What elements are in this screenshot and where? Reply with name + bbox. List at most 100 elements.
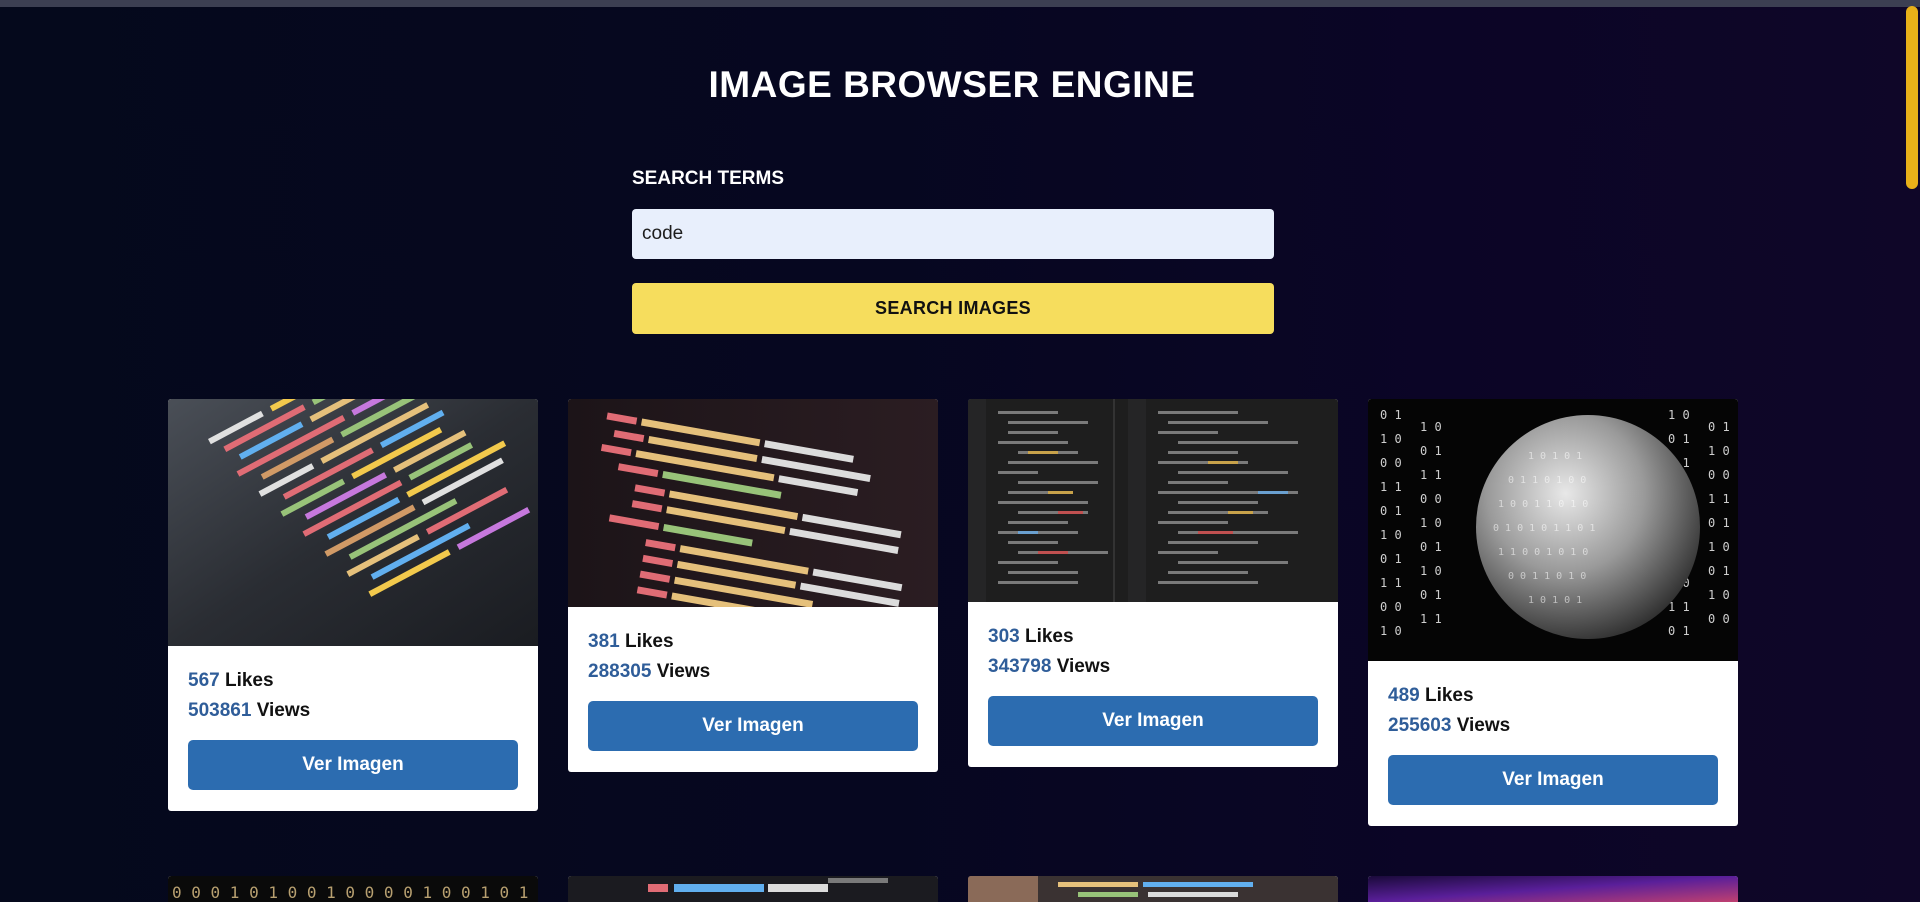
card-body: 489 Likes 255603 Views Ver Imagen (1368, 661, 1738, 826)
svg-text:0 0: 0 0 (1708, 612, 1730, 626)
svg-text:0 1: 0 1 (1420, 588, 1442, 602)
svg-text:0 1: 0 1 (1708, 420, 1730, 434)
views-stat: 255603 Views (1388, 715, 1510, 737)
likes-stat: 303 Likes (988, 626, 1074, 648)
svg-text:0 1: 0 1 (1420, 540, 1442, 554)
views-count: 343798 (988, 656, 1052, 677)
likes-label: Likes (224, 670, 274, 691)
svg-text:0 0: 0 0 (1708, 468, 1730, 482)
svg-text:1 0 1 0 1: 1 0 1 0 1 (1528, 451, 1582, 462)
search-terms-label: SEARCH TERMS (632, 168, 785, 189)
image-card (1368, 876, 1738, 902)
svg-text:1 0: 1 0 (1380, 624, 1402, 638)
scrollbar-thumb[interactable] (1906, 6, 1918, 189)
svg-text:1 0: 1 0 (1708, 540, 1730, 554)
svg-text:1 1: 1 1 (1380, 480, 1402, 494)
svg-text:0 1: 0 1 (1380, 504, 1402, 518)
image-card: 0 0 0 1 0 1 0 0 1 0 0 0 0 1 0 0 1 0 1 0 (168, 876, 538, 902)
html-code-image (568, 399, 938, 607)
browser-top-strip (0, 0, 1920, 7)
code-screenshot-image (168, 399, 538, 646)
svg-text:1 0: 1 0 (1708, 444, 1730, 458)
svg-text:1 0: 1 0 (1420, 420, 1442, 434)
svg-text:0 0: 0 0 (1380, 456, 1402, 470)
laptop-code-image (968, 876, 1338, 902)
likes-count: 381 (588, 631, 620, 652)
views-label: Views (656, 661, 711, 682)
likes-count: 489 (1388, 685, 1420, 706)
svg-text:0 1 0 1 0 1 1 0 1: 0 1 0 1 0 1 1 0 1 (1493, 523, 1595, 534)
search-input[interactable] (632, 209, 1274, 259)
views-count: 288305 (588, 661, 652, 682)
image-card (568, 876, 938, 902)
svg-text:1 0 1 0 1: 1 0 1 0 1 (1528, 595, 1582, 606)
views-stat: 343798 Views (988, 656, 1110, 678)
likes-stat: 567 Likes (188, 670, 274, 692)
svg-text:1 0: 1 0 (1668, 408, 1690, 422)
svg-text:1 1: 1 1 (1708, 492, 1730, 506)
svg-text:1 1: 1 1 (1668, 600, 1690, 614)
svg-text:1 0: 1 0 (1380, 528, 1402, 542)
editor-code-image (968, 399, 1338, 602)
svg-text:0 1: 0 1 (1420, 444, 1442, 458)
svg-text:1 1 0 0 1 0 1 0: 1 1 0 0 1 0 1 0 (1498, 547, 1588, 558)
binary-sphere-image: 0 1 1 0 0 0 1 1 0 1 1 0 0 1 1 1 0 0 1 0 1 0 0 1… (1368, 399, 1738, 661)
views-label: Views (1056, 656, 1111, 677)
svg-text:1 0: 1 0 (1420, 564, 1442, 578)
likes-stat: 489 Likes (1388, 685, 1474, 707)
page-scrollbar[interactable] (1904, 0, 1920, 902)
svg-text:1 0: 1 0 (1420, 516, 1442, 530)
card-image[interactable] (168, 399, 538, 646)
card-body: 567 Likes 503861 Views Ver Imagen (168, 646, 538, 811)
image-card: 381 Likes 288305 Views Ver Imagen (568, 399, 938, 772)
svg-text:0 1: 0 1 (1708, 564, 1730, 578)
svg-text:0 0 1 1 0 1 0: 0 0 1 1 0 1 0 (1508, 571, 1586, 582)
page-title: IMAGE BROWSER ENGINE (708, 64, 1196, 105)
svg-text:0 1: 0 1 (1380, 408, 1402, 422)
javascript-code-image (568, 876, 938, 902)
card-image[interactable] (568, 399, 938, 607)
views-label: Views (256, 700, 311, 721)
image-card: 567 Likes 503861 Views Ver Imagen (168, 399, 538, 811)
views-stat: 503861 Views (188, 700, 310, 722)
views-count: 503861 (188, 700, 252, 721)
svg-text:1 0: 1 0 (1380, 432, 1402, 446)
svg-text:0 1: 0 1 (1668, 432, 1690, 446)
search-images-button[interactable]: SEARCH IMAGES (632, 283, 1274, 334)
likes-label: Likes (624, 631, 674, 652)
svg-text:0 0: 0 0 (1420, 492, 1442, 506)
card-body: 303 Likes 343798 Views Ver Imagen (968, 602, 1338, 767)
svg-text:0 1 1 0 1 0 0: 0 1 1 0 1 0 0 (1508, 475, 1586, 486)
likes-label: Likes (1024, 626, 1074, 647)
likes-label: Likes (1424, 685, 1474, 706)
binary-digits-image: 0 0 0 1 0 1 0 0 1 0 0 0 0 1 0 0 1 0 1 0 (168, 876, 538, 902)
svg-text:0 1: 0 1 (1380, 552, 1402, 566)
image-card (968, 876, 1338, 902)
card-image[interactable]: 0 1 1 0 0 0 1 1 0 1 1 0 0 1 1 1 0 0 1 0 1 0 0 1… (1368, 399, 1738, 661)
ver-imagen-button[interactable]: Ver Imagen (988, 696, 1318, 746)
ver-imagen-button[interactable]: Ver Imagen (188, 740, 518, 790)
card-image[interactable] (968, 876, 1338, 902)
svg-text:1 1: 1 1 (1420, 612, 1442, 626)
likes-stat: 381 Likes (588, 631, 674, 653)
views-count: 255603 (1388, 715, 1452, 736)
views-label: Views (1456, 715, 1511, 736)
svg-text:1 0: 1 0 (1708, 588, 1730, 602)
svg-text:1 0 0 1 1 0 1 0: 1 0 0 1 1 0 1 0 (1498, 499, 1588, 510)
svg-text:0 0 0 1 0 1 0 0 1 0 0 0 0 1 0: 0 0 0 1 0 1 0 0 1 0 0 0 0 1 0 0 1 0 1 0 (172, 883, 538, 902)
card-image[interactable] (568, 876, 938, 902)
image-card: 0 1 1 0 0 0 1 1 0 1 1 0 0 1 1 1 0 0 1 0 1 0 0 1… (1368, 399, 1738, 826)
card-image[interactable] (1368, 876, 1738, 902)
svg-text:1 1: 1 1 (1380, 576, 1402, 590)
card-image[interactable]: 0 0 0 1 0 1 0 0 1 0 0 0 0 1 0 0 1 0 1 0 (168, 876, 538, 902)
ver-imagen-button[interactable]: Ver Imagen (588, 701, 918, 751)
svg-text:0 1: 0 1 (1708, 516, 1730, 530)
ver-imagen-button[interactable]: Ver Imagen (1388, 755, 1718, 805)
svg-text:1 1: 1 1 (1420, 468, 1442, 482)
card-image[interactable] (968, 399, 1338, 602)
card-body: 381 Likes 288305 Views Ver Imagen (568, 607, 938, 772)
views-stat: 288305 Views (588, 661, 710, 683)
svg-text:0 0: 0 0 (1380, 600, 1402, 614)
svg-text:0 1: 0 1 (1668, 624, 1690, 638)
image-card: 303 Likes 343798 Views Ver Imagen (968, 399, 1338, 767)
